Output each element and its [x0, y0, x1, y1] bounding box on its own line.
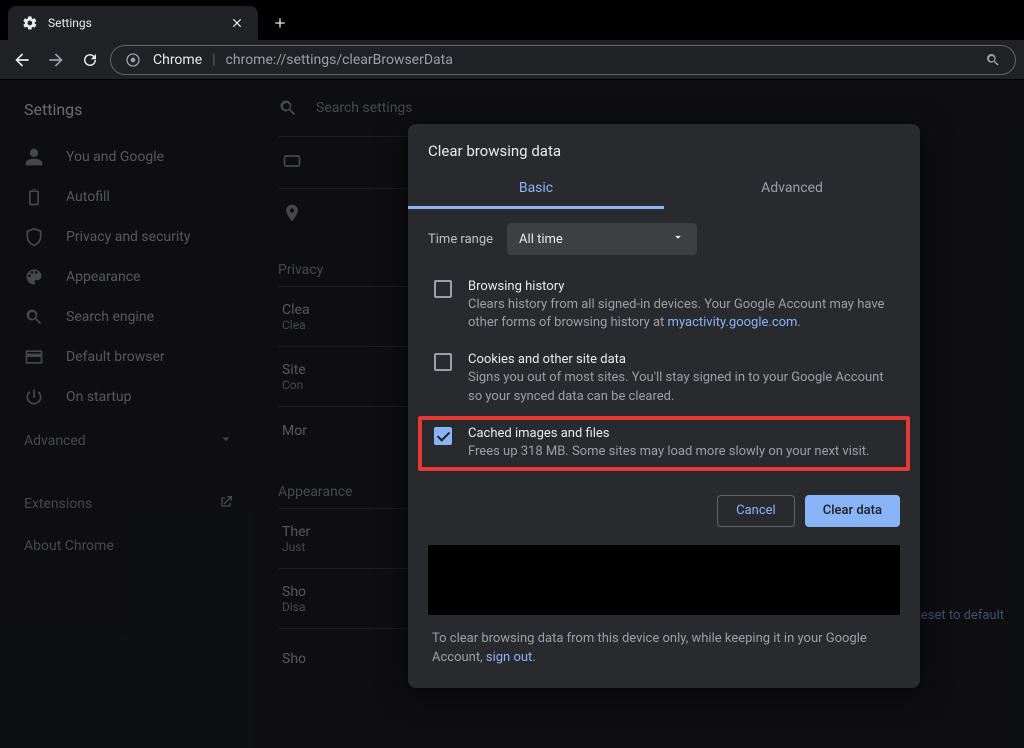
- address-bar[interactable]: Chrome | chrome://settings/clearBrowserD…: [110, 45, 1016, 75]
- forward-button[interactable]: [42, 46, 70, 74]
- chevron-down-icon: [218, 431, 234, 451]
- search-settings-input[interactable]: Search settings: [316, 100, 413, 116]
- myactivity-link[interactable]: myactivity.google.com: [668, 315, 798, 330]
- sidebar-item-privacy[interactable]: Privacy and security: [0, 217, 258, 257]
- back-button[interactable]: [8, 46, 36, 74]
- option-cookies[interactable]: Cookies and other site data Signs you ou…: [428, 342, 900, 415]
- caret-down-icon: [671, 230, 685, 248]
- clipboard-icon: [24, 187, 44, 207]
- sidebar-heading: Settings: [0, 96, 258, 137]
- reset-to-default-link[interactable]: Reset to default: [913, 608, 1004, 623]
- search-icon: [24, 307, 44, 327]
- clear-data-button[interactable]: Clear data: [805, 495, 900, 527]
- tab-advanced[interactable]: Advanced: [664, 170, 920, 209]
- browser-icon: [24, 347, 44, 367]
- search-icon: [278, 98, 298, 118]
- option-title: Cookies and other site data: [468, 352, 894, 367]
- cancel-button[interactable]: Cancel: [717, 495, 795, 527]
- power-icon: [24, 387, 44, 407]
- new-tab-button[interactable]: [266, 9, 294, 37]
- palette-icon: [24, 267, 44, 287]
- reload-button[interactable]: [76, 46, 104, 74]
- sign-out-link[interactable]: sign out: [486, 650, 532, 665]
- url-text: chrome://settings/clearBrowserData: [226, 52, 453, 68]
- option-cached-images[interactable]: Cached images and files Frees up 318 MB.…: [418, 416, 910, 471]
- search-icon[interactable]: [983, 50, 1003, 70]
- dialog-footer-note: To clear browsing data from this device …: [408, 615, 920, 688]
- sidebar-item-search-engine[interactable]: Search engine: [0, 297, 258, 337]
- open-external-icon: [218, 494, 234, 514]
- option-title: Browsing history: [468, 279, 894, 294]
- tab-title: Settings: [48, 16, 222, 30]
- option-description: Signs you out of most sites. You'll stay…: [468, 369, 894, 405]
- shield-icon: [24, 227, 44, 247]
- clear-browsing-data-dialog: Clear browsing data Basic Advanced Time …: [408, 124, 920, 688]
- sidebar-advanced-toggle[interactable]: Advanced: [0, 417, 258, 465]
- option-description: Frees up 318 MB. Some sites may load mor…: [468, 443, 869, 461]
- url-scheme: Chrome: [153, 52, 202, 68]
- tab-basic[interactable]: Basic: [408, 170, 664, 209]
- card-icon: [282, 151, 302, 175]
- dialog-tabs: Basic Advanced: [408, 170, 920, 209]
- option-browsing-history[interactable]: Browsing history Clears history from all…: [428, 269, 900, 342]
- sidebar-item-on-startup[interactable]: On startup: [0, 377, 258, 417]
- sidebar-item-autofill[interactable]: Autofill: [0, 177, 258, 217]
- tab-strip: Settings: [0, 0, 1024, 40]
- close-tab-icon[interactable]: [230, 16, 246, 30]
- option-title: Cached images and files: [468, 426, 869, 441]
- sidebar-extensions[interactable]: Extensions: [0, 482, 258, 526]
- page-content: Settings You and Google Autofill Privacy…: [0, 80, 1024, 748]
- option-description: Clears history from all signed-in device…: [468, 296, 894, 332]
- checkbox[interactable]: [434, 427, 452, 445]
- time-range-label: Time range: [428, 232, 493, 247]
- settings-sidebar: Settings You and Google Autofill Privacy…: [0, 80, 258, 748]
- sidebar-item-appearance[interactable]: Appearance: [0, 257, 258, 297]
- gear-icon: [20, 13, 40, 33]
- sidebar-item-you-and-google[interactable]: You and Google: [0, 137, 258, 177]
- redacted-area: [428, 545, 900, 615]
- sidebar-about-chrome[interactable]: About Chrome: [0, 526, 258, 566]
- checkbox[interactable]: [434, 353, 452, 371]
- chrome-icon: [123, 50, 143, 70]
- sidebar-item-default-browser[interactable]: Default browser: [0, 337, 258, 377]
- browser-tab[interactable]: Settings: [8, 6, 258, 40]
- time-range-select[interactable]: All time: [507, 223, 697, 255]
- dialog-title: Clear browsing data: [408, 124, 920, 170]
- browser-toolbar: Chrome | chrome://settings/clearBrowserD…: [0, 40, 1024, 80]
- location-icon: [282, 203, 302, 227]
- checkbox[interactable]: [434, 280, 452, 298]
- person-icon: [24, 147, 44, 167]
